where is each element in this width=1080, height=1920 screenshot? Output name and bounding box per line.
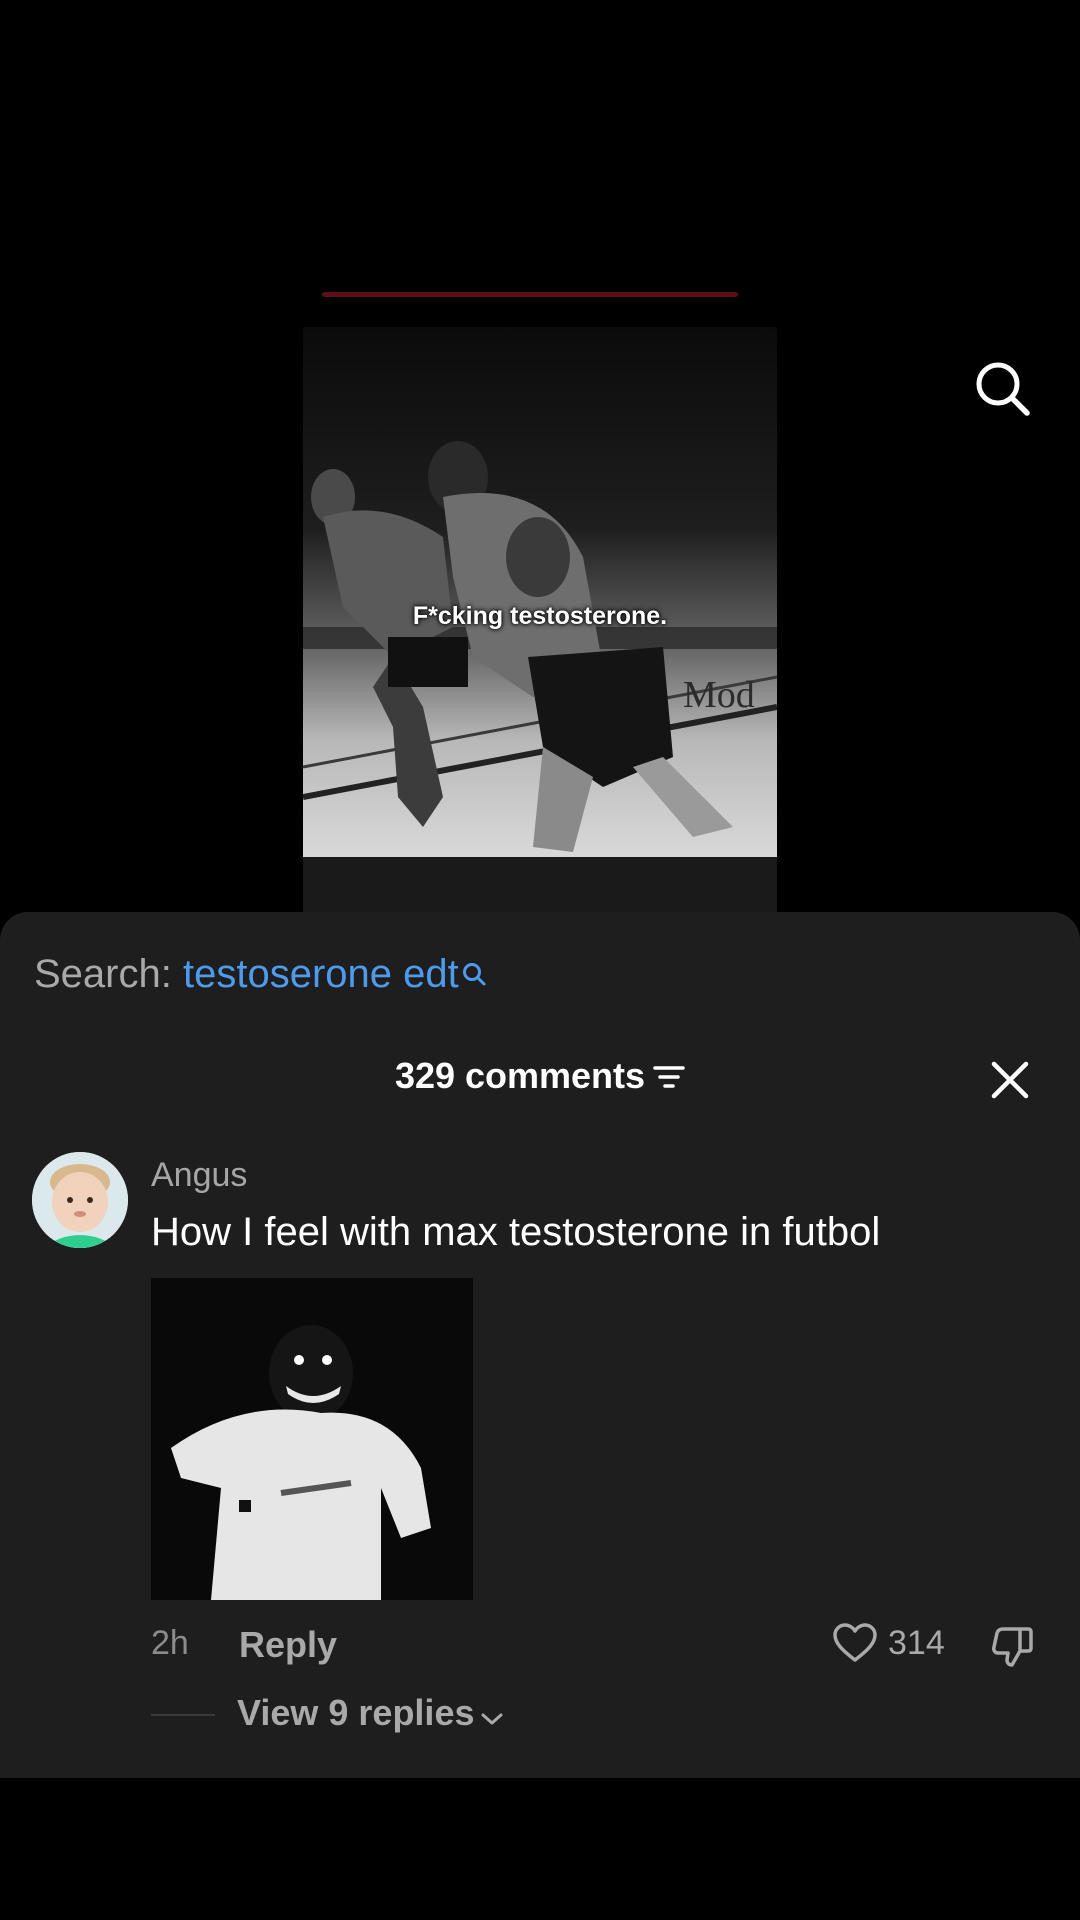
comment-image-art xyxy=(151,1278,473,1600)
avatar[interactable] xyxy=(32,1152,128,1248)
search-icon xyxy=(976,362,1030,416)
replies-divider xyxy=(151,1714,215,1716)
view-replies-button[interactable]: View 9 replies xyxy=(237,1692,504,1736)
comment-text: How I feel with max testosterone in futb… xyxy=(151,1210,881,1254)
like-count: 314 xyxy=(888,1623,945,1662)
fight-scene-art: Mod xyxy=(303,441,777,852)
search-term-link[interactable]: testoserone edt xyxy=(183,952,459,996)
comment-username[interactable]: Angus xyxy=(151,1156,247,1195)
video-thumbnail: Mod F*cking testosterone. xyxy=(303,327,777,857)
view-replies-label: View 9 replies xyxy=(237,1692,475,1733)
comment-attached-image[interactable] xyxy=(151,1278,473,1600)
reply-button[interactable]: Reply xyxy=(239,1624,337,1666)
like-button[interactable]: 314 xyxy=(832,1620,945,1666)
close-icon xyxy=(991,1061,1029,1099)
svg-text:Mod: Mod xyxy=(683,674,755,716)
avatar-image xyxy=(32,1152,128,1248)
search-suggestion[interactable]: Search: testoserone edt xyxy=(34,952,487,997)
comments-count: 329 comments xyxy=(394,1055,646,1096)
search-prefix: Search: xyxy=(34,952,172,996)
thumbs-down-icon xyxy=(992,1627,1033,1667)
video-player[interactable]: Mod F*cking testosterone. xyxy=(303,327,777,912)
comments-header: 329 comments xyxy=(0,1055,1080,1099)
comments-sheet: Search: testoserone edt 329 comments Ang… xyxy=(0,912,1080,1778)
filter-icon[interactable] xyxy=(653,1057,685,1099)
video-caption: F*cking testosterone. xyxy=(412,602,668,630)
heart-icon xyxy=(833,1623,877,1662)
video-bottom-bar xyxy=(303,857,777,912)
close-button[interactable] xyxy=(990,1060,1030,1100)
search-button[interactable] xyxy=(972,358,1032,418)
dislike-button[interactable] xyxy=(990,1625,1034,1669)
chevron-down-icon xyxy=(480,1694,504,1736)
comment-time: 2h xyxy=(151,1624,189,1662)
search-mini-icon xyxy=(461,952,487,997)
progress-accent xyxy=(322,292,738,297)
